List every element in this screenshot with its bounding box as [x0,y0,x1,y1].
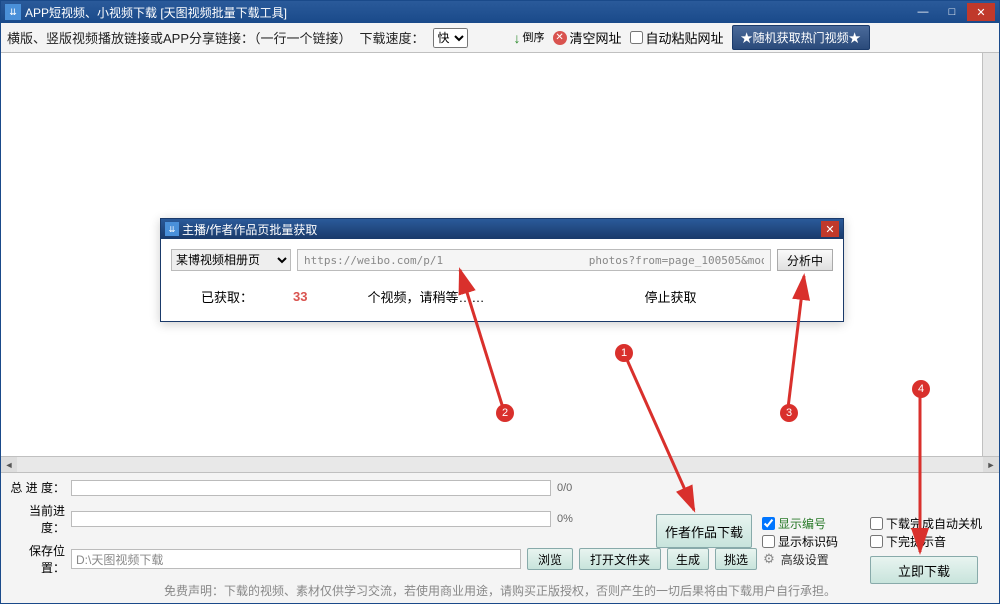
show-idcode-label: 显示标识码 [778,533,838,550]
clear-urls-button[interactable]: ✕ 清空网址 [553,28,622,47]
current-progress-value: 0% [557,513,587,525]
disclaimer-text: 免费声明：下载的视频、素材仅供学习交流，若使用商业用途，请购买正版授权，否则产生… [9,582,991,599]
total-progress-label: 总 进 度： [9,479,65,496]
beep-done-checkbox[interactable]: 下完提示音 [870,532,982,550]
batch-fetch-dialog: ⇊ 主播/作者作品页批量获取 ✕ 某博视频相册页 分析中 已获取： 33 个视频… [160,218,844,322]
save-path-input[interactable] [71,549,521,569]
random-hot-button[interactable]: ★随机获取热门视频★ [732,25,870,50]
titlebar: ⇊ APP短视频、小视频下载 [天图视频批量下载工具] — □ ✕ [1,1,999,23]
generate-button[interactable]: 生成 [667,548,709,570]
auto-shutdown-input[interactable] [870,517,883,530]
show-number-input[interactable] [762,517,775,530]
open-folder-button[interactable]: 打开文件夹 [579,548,661,570]
current-progress-bar [71,511,551,527]
current-progress-label: 当前进度： [9,502,65,536]
show-number-label: 显示编号 [778,515,826,532]
pick-button[interactable]: 挑选 [715,548,757,570]
scroll-left-icon[interactable]: ◄ [1,457,17,472]
window-title: APP短视频、小视频下载 [天图视频批量下载工具] [25,4,287,21]
speed-label: 下载速度： [360,28,425,47]
stop-fetch-link[interactable]: 停止获取 [645,287,697,306]
arrow-down-icon: ↓ [514,30,521,46]
fetched-count: 33 [293,289,307,304]
source-select[interactable]: 某博视频相册页 [171,249,291,271]
bottom-panel: 总 进 度： 0/0 当前进度： 0% 保存位置： 浏览 打开文件夹 生成 挑选… [1,472,999,603]
advanced-settings-link[interactable]: 高级设置 [781,551,829,568]
maximize-button[interactable]: □ [938,3,966,21]
show-idcode-input[interactable] [762,535,775,548]
sort-control[interactable]: ↓ 倒序 [514,30,545,46]
auto-shutdown-label: 下载完成自动关机 [886,515,982,532]
autopaste-checkbox[interactable]: 自动粘贴网址 [630,28,724,47]
beep-done-input[interactable] [870,535,883,548]
dialog-titlebar: ⇊ 主播/作者作品页批量获取 ✕ [161,219,843,239]
gear-icon: ⚙ [763,551,775,567]
download-now-button[interactable]: 立即下载 [870,556,978,584]
total-progress-value: 0/0 [557,482,587,494]
author-url-input[interactable] [297,249,771,271]
browse-button[interactable]: 浏览 [527,548,573,570]
close-button[interactable]: ✕ [967,3,995,21]
autopaste-input[interactable] [630,31,643,44]
analyze-button[interactable]: 分析中 [777,249,833,271]
app-icon: ⇊ [5,4,21,20]
save-location-label: 保存位置： [9,542,65,576]
total-progress-bar [71,480,551,496]
scroll-right-icon[interactable]: ► [983,457,999,472]
fetched-label: 已获取： [201,287,253,306]
toolbar: 横版、竖版视频播放链接或APP分享链接：（一行一个链接） 下载速度： 快 ↓ 倒… [1,23,999,53]
dialog-close-button[interactable]: ✕ [821,221,839,237]
minimize-button[interactable]: — [909,3,937,21]
show-idcode-checkbox[interactable]: 显示标识码 [762,532,838,550]
author-download-button[interactable]: 作者作品下载 [656,514,752,548]
show-number-checkbox[interactable]: 显示编号 [762,514,838,532]
instruction-label: 横版、竖版视频播放链接或APP分享链接：（一行一个链接） [7,28,352,47]
dialog-title: 主播/作者作品页批量获取 [182,221,317,238]
speed-select[interactable]: 快 [433,28,468,48]
beep-done-label: 下完提示音 [886,533,946,550]
auto-shutdown-checkbox[interactable]: 下载完成自动关机 [870,514,982,532]
wait-text: 个视频，请稍等…… [367,287,484,306]
horizontal-scrollbar[interactable]: ◄ ► [1,456,999,472]
clear-label: 清空网址 [570,28,622,47]
autopaste-label: 自动粘贴网址 [646,28,724,47]
clear-icon: ✕ [553,31,567,45]
sort-label: 倒序 [523,33,545,43]
dialog-icon: ⇊ [165,222,179,236]
